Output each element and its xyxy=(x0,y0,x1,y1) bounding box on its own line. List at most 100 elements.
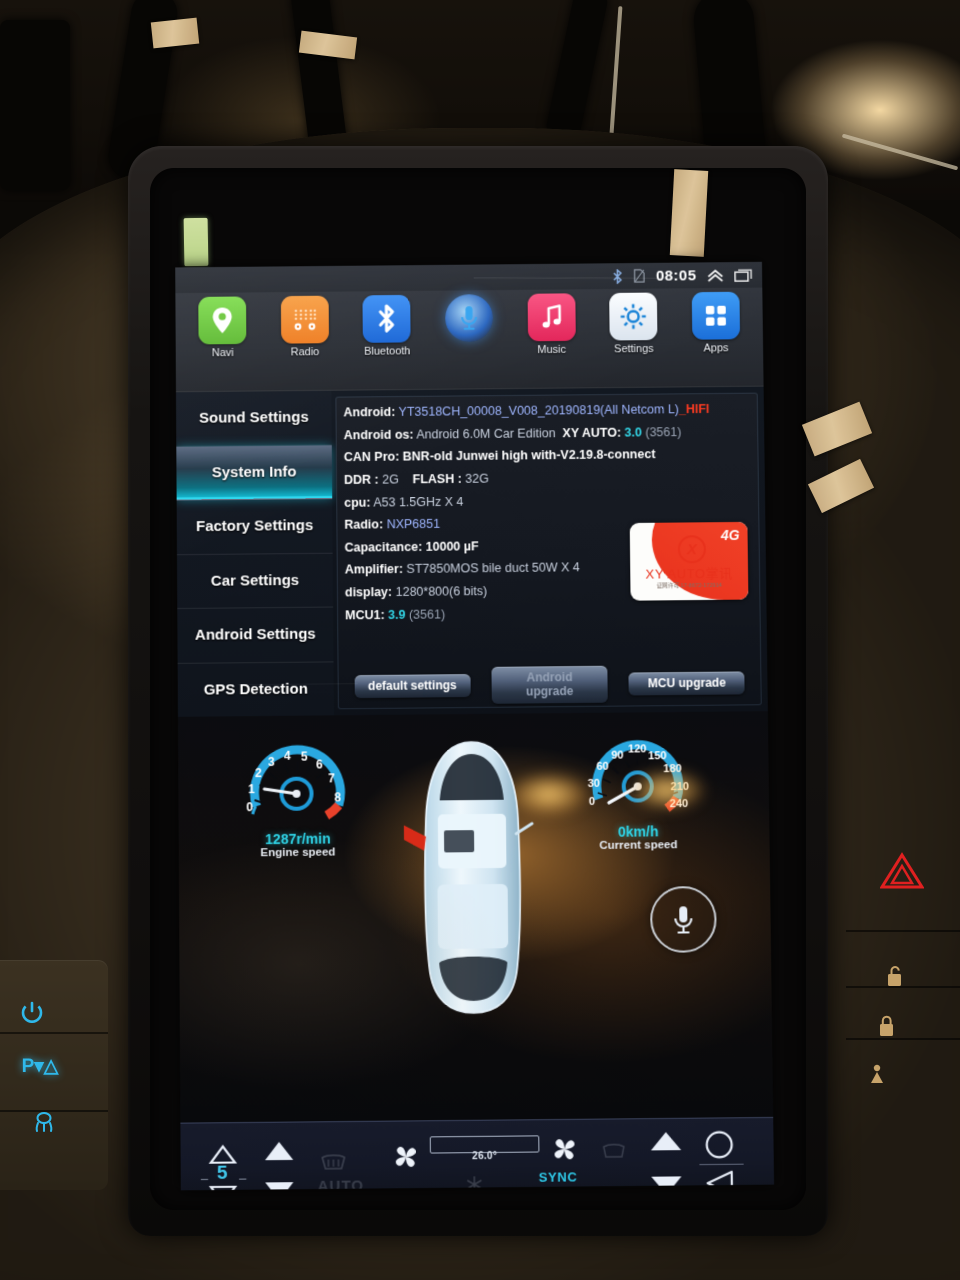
svg-text:4: 4 xyxy=(284,749,291,763)
settings-screen: Sound Settings System Info Factory Setti… xyxy=(175,386,768,717)
engine-speed-label: Engine speed xyxy=(260,846,336,860)
status-bar-clock: 08:05 xyxy=(655,266,697,285)
sidebar-item-factory-settings[interactable]: Factory Settings xyxy=(176,498,333,555)
info-key: Capacitance: xyxy=(344,539,423,555)
engine-speed-value: 1287r/min xyxy=(265,830,331,848)
touchscreen[interactable]: 08:05 Navi Radio Bluetooth Music Setting… xyxy=(175,261,775,1191)
front-defrost-button[interactable] xyxy=(601,1143,627,1166)
info-value: 32G xyxy=(465,471,489,486)
unlock-button[interactable] xyxy=(880,962,910,990)
dock-label: Apps xyxy=(703,342,729,355)
temperature-slider[interactable]: 26.0° xyxy=(429,1135,540,1163)
sidebar-item-sound-settings[interactable]: Sound Settings xyxy=(175,390,332,447)
info-value: 10000 µF xyxy=(425,539,479,554)
sidebar-item-system-info[interactable]: System Info xyxy=(176,444,333,501)
driver-temp-down-button[interactable] xyxy=(209,1185,237,1191)
fan-icon xyxy=(395,1146,416,1167)
hazard-button[interactable] xyxy=(876,850,928,892)
temperature-value: 26.0° xyxy=(472,1150,498,1163)
4g-label: 4G xyxy=(720,526,740,544)
home-button[interactable] xyxy=(704,1129,735,1165)
info-key: cpu: xyxy=(344,495,371,510)
dock-item-navi[interactable]: Navi xyxy=(181,296,264,359)
info-hifi-badge: _HIFI xyxy=(678,402,710,417)
default-settings-button[interactable]: default settings xyxy=(354,673,471,699)
info-value: YT3518CH_00008_V008_20190819(All Netcom … xyxy=(398,402,680,419)
vehicle-dashboard-view: 012 345 678 1287r/min Engine speed 0 30 … xyxy=(177,711,774,1123)
dock-label: Radio xyxy=(290,346,320,359)
dock-item-radio[interactable]: Radio xyxy=(264,295,347,358)
info-key: FLASH : xyxy=(412,471,462,487)
dock-item-settings[interactable]: Settings xyxy=(592,292,675,355)
park-assist-button[interactable]: P▾△ xyxy=(12,1050,68,1082)
traction-control-button[interactable] xyxy=(24,1104,64,1138)
front-defrost-icon xyxy=(601,1143,627,1161)
park-assist-icon: P▾△ xyxy=(21,1055,59,1077)
sidebar-item-label: Car Settings xyxy=(210,571,300,590)
gauge-engine-speed: 012 345 678 1287r/min Engine speed xyxy=(238,721,357,859)
sync-button[interactable]: SYNC xyxy=(539,1169,578,1185)
svg-text:0: 0 xyxy=(246,800,253,814)
power-icon xyxy=(21,1001,43,1023)
info-row-mcu: MCU1: 3.9 (3561) xyxy=(345,600,753,626)
recent-apps-icon[interactable] xyxy=(734,268,754,281)
tachometer-dial: 012 345 678 xyxy=(246,745,345,819)
chevron-double-up-icon[interactable] xyxy=(707,269,723,282)
svg-text:8: 8 xyxy=(334,790,341,804)
bluetooth-icon xyxy=(362,294,412,343)
dock-label: Navi xyxy=(211,347,234,360)
dock-item-apps[interactable]: Apps xyxy=(674,291,757,355)
info-key: Amplifier: xyxy=(344,562,404,577)
home-circle-icon xyxy=(704,1129,735,1160)
sidebar-item-gps-detection[interactable]: GPS Detection xyxy=(178,662,334,717)
fan-left-icon[interactable] xyxy=(392,1143,420,1177)
info-row-android: Android: YT3518CH_00008_V008_20190819(Al… xyxy=(343,398,750,424)
info-key: MCU1: xyxy=(345,607,385,622)
info-value: ST7850MOS bile duct 50W X 4 xyxy=(406,560,580,577)
svg-text:7: 7 xyxy=(328,771,335,785)
svg-text:90: 90 xyxy=(611,750,623,762)
volume-up-button[interactable] xyxy=(649,1130,683,1158)
current-speed-label: Current speed xyxy=(599,839,678,852)
power-button[interactable] xyxy=(10,995,54,1029)
fan-down-button[interactable] xyxy=(263,1180,295,1191)
vendor-license: 证网许可 17-8672-172914 xyxy=(656,582,723,590)
svg-text:5: 5 xyxy=(301,750,308,764)
dock-item-music[interactable]: Music xyxy=(510,293,593,356)
fan-level-value: 5 xyxy=(216,1162,228,1184)
lock-button[interactable] xyxy=(872,1012,902,1040)
dock-item-voice[interactable] xyxy=(428,294,511,345)
climate-control-bar: 5 – – AUTO 26.0° SYNC xyxy=(180,1116,775,1191)
gear-icon xyxy=(609,292,658,341)
android-upgrade-button[interactable]: Android upgrade xyxy=(491,665,608,704)
xy-mark-icon: X xyxy=(677,535,707,564)
fan-up-button[interactable] xyxy=(263,1140,295,1168)
info-key: CAN Pro: xyxy=(343,449,400,465)
info-build: (3561) xyxy=(408,607,446,622)
auto-button[interactable]: AUTO xyxy=(317,1177,364,1190)
sidebar-item-car-settings[interactable]: Car Settings xyxy=(176,553,334,610)
rear-defrost-button[interactable] xyxy=(319,1153,347,1179)
info-key: XY AUTO: xyxy=(562,425,622,440)
green-sticker xyxy=(183,217,209,267)
vendor-badge: 4G X XY AUTO掌讯 证网许可 17-8672-172914 xyxy=(629,521,749,601)
dock-item-bluetooth[interactable]: Bluetooth xyxy=(346,294,429,358)
info-value: 1280*800(6 bits) xyxy=(395,584,488,599)
dock-label: Music xyxy=(537,343,567,357)
info-value: 3.0 xyxy=(624,425,642,440)
sidebar-item-android-settings[interactable]: Android Settings xyxy=(177,607,334,664)
microphone-icon xyxy=(445,294,494,343)
sidebar-item-label: GPS Detection xyxy=(203,680,308,699)
sidebar-item-label: Sound Settings xyxy=(199,409,309,427)
music-note-icon xyxy=(527,293,576,342)
info-value: 2G xyxy=(382,472,399,487)
system-info-actions: default settings Android upgrade MCU upg… xyxy=(338,664,762,705)
car-top-view xyxy=(403,737,542,1019)
passenger-airbag-button[interactable] xyxy=(862,1060,892,1088)
voice-assistant-button[interactable] xyxy=(649,885,717,953)
fan-right-icon[interactable] xyxy=(550,1135,578,1169)
system-info-panel: Android: YT3518CH_00008_V008_20190819(Al… xyxy=(335,392,762,710)
door-open-indicator xyxy=(403,816,427,852)
mcu-upgrade-button[interactable]: MCU upgrade xyxy=(628,671,745,696)
lock-icon xyxy=(880,1015,893,1036)
